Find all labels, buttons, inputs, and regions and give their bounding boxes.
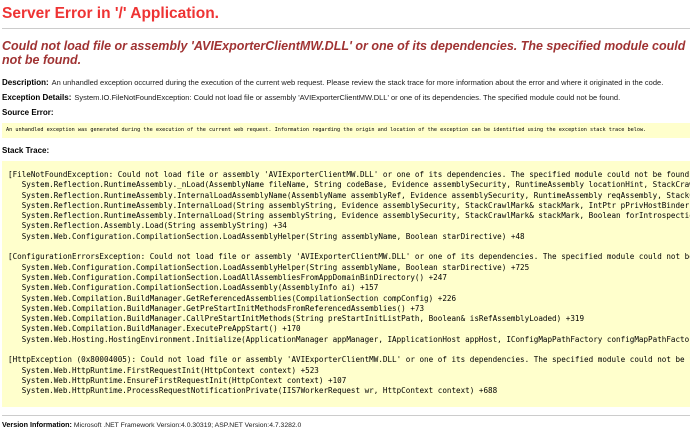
stack-trace-heading: Stack Trace: <box>2 146 690 155</box>
description-label: Description: <box>2 78 49 87</box>
exception-details-text: System.IO.FileNotFoundException: Could n… <box>74 93 620 102</box>
description-text: An unhandled exception occurred during t… <box>52 78 664 87</box>
error-page-content: Server Error in '/' Application. Could n… <box>0 0 690 429</box>
exception-details-label: Exception Details: <box>2 93 71 102</box>
title-divider <box>2 28 690 29</box>
ysod-error-page: { "page": { "title": "Server Error in '/… <box>0 0 690 421</box>
source-error-heading: Source Error: <box>2 108 690 117</box>
footer-divider <box>2 415 690 416</box>
page-title: Server Error in '/' Application. <box>2 5 690 23</box>
stack-trace-box: [FileNotFoundException: Could not load f… <box>2 161 690 407</box>
exception-details-line: Exception Details:System.IO.FileNotFound… <box>2 93 690 102</box>
error-message: Could not load file or assembly 'AVIExpo… <box>2 39 688 67</box>
source-error-box: An unhandled exception was generated dur… <box>2 123 690 138</box>
description-line: Description:An unhandled exception occur… <box>2 78 690 87</box>
version-information-text: Microsoft .NET Framework Version:4.0.303… <box>74 422 301 429</box>
stack-trace-label: Stack Trace: <box>2 146 49 155</box>
source-error-label: Source Error: <box>2 108 54 117</box>
